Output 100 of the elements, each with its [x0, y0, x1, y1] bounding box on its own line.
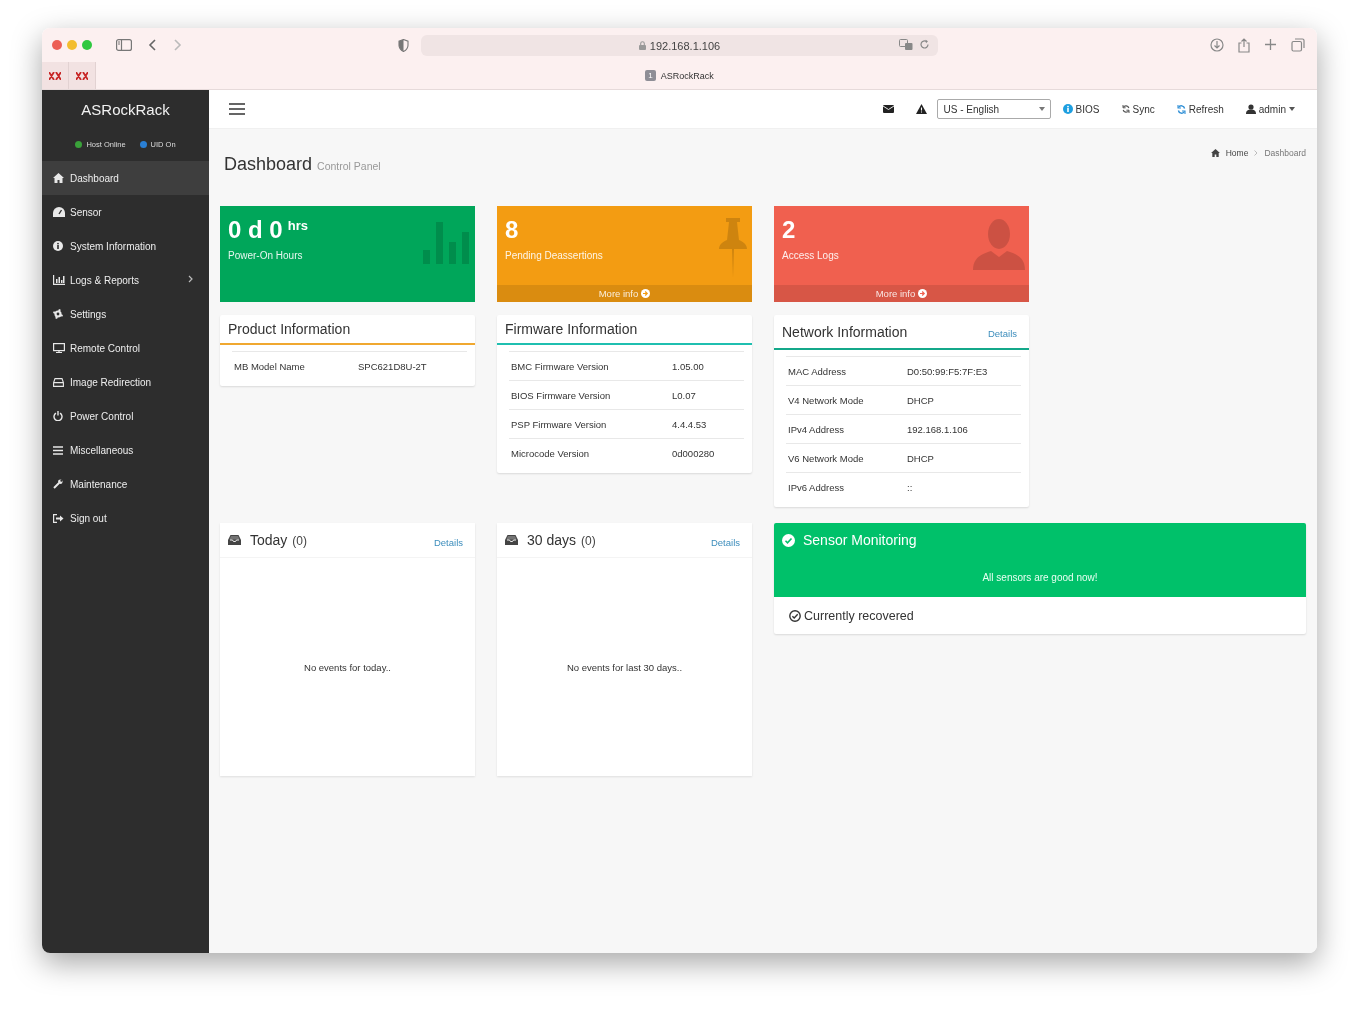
bar-chart-icon: [53, 275, 65, 285]
inbox-icon: [505, 535, 518, 545]
event-count: (0): [292, 534, 308, 548]
sidebar-item[interactable]: Power Control: [42, 399, 209, 433]
info-label: IPv4 Address: [788, 423, 845, 435]
empty-message: No events for today..: [304, 661, 391, 673]
panel-title: Firmware Information: [505, 321, 638, 337]
stat-label: Access Logs: [782, 250, 839, 261]
home-icon: [53, 173, 64, 183]
sidebar-item[interactable]: Sensor: [42, 195, 209, 229]
new-tab-icon[interactable]: [1264, 38, 1277, 51]
check-circle-icon: [782, 533, 795, 547]
details-link[interactable]: Details: [987, 328, 1017, 339]
caret-icon: [1289, 107, 1295, 111]
info-value: ::: [907, 481, 913, 493]
sidebar-item[interactable]: Image Redirection: [42, 365, 209, 399]
more-info-link[interactable]: More info: [774, 285, 1029, 302]
info-value: 4.4.4.53: [672, 418, 707, 430]
refresh-icon: [1176, 104, 1186, 114]
share-icon[interactable]: [1238, 38, 1250, 53]
info-value: 192.168.1.106: [907, 423, 968, 435]
panel-title: Network Information: [782, 323, 908, 340]
pinned-tab-icon[interactable]: [76, 71, 88, 80]
info-value: L0.07: [672, 389, 696, 401]
panel-title: Today: [250, 532, 288, 548]
menu-icon: [53, 445, 63, 455]
sidebar-item[interactable]: System Information: [42, 229, 209, 263]
details-link[interactable]: Details: [433, 536, 463, 548]
sync-icon: [1121, 105, 1130, 113]
breadcrumb-item: Dashboard: [1264, 148, 1306, 158]
language-select[interactable]: US - English: [936, 99, 1051, 119]
header-link[interactable]: Refresh: [1176, 103, 1224, 115]
sidebar-toggle-icon[interactable]: [116, 39, 132, 51]
info-label: MAC Address: [788, 365, 848, 377]
sidebar-item[interactable]: Sign out: [42, 501, 209, 535]
arrow-circle-icon: [918, 289, 928, 298]
info-value: D0:50:99:F5:7F:E3: [907, 365, 988, 377]
tab-title[interactable]: ASRockRack: [660, 70, 714, 81]
info-label: BMC Firmware Version: [511, 360, 610, 372]
menu-icon[interactable]: [229, 103, 245, 115]
sidebar-item[interactable]: Logs & Reports: [42, 263, 209, 297]
person-silhouette-icon: [973, 218, 1025, 270]
header-link[interactable]: BIOS: [1062, 103, 1100, 115]
forward-icon[interactable]: [174, 39, 182, 51]
sidebar-item[interactable]: Remote Control: [42, 331, 209, 365]
info-icon: [1062, 104, 1073, 114]
back-icon[interactable]: [148, 39, 156, 51]
wrench-icon: [53, 479, 63, 489]
panel-title: Product Information: [228, 321, 351, 337]
tab-overview-icon[interactable]: [1291, 38, 1305, 52]
url-text: 192.168.1.106: [649, 39, 721, 52]
translate-icon[interactable]: [899, 39, 913, 51]
page-title: Dashboard: [224, 154, 313, 174]
info-label: Microcode Version: [511, 447, 591, 459]
breadcrumb-item[interactable]: Home: [1225, 148, 1249, 158]
envelope-icon[interactable]: [882, 105, 894, 113]
info-label: BIOS Firmware Version: [511, 389, 612, 401]
sidebar-item[interactable]: Miscellaneous: [42, 433, 209, 467]
info-label: V4 Network Mode: [788, 394, 865, 406]
info-label: IPv6 Address: [788, 481, 845, 493]
stat-value: 0 d 0: [228, 216, 283, 244]
drive-icon: [53, 377, 64, 387]
stat-label: Pending Deassertions: [505, 250, 603, 261]
zoom-window-button[interactable]: [82, 40, 92, 50]
sidebar-item[interactable]: Maintenance: [42, 467, 209, 501]
shield-icon[interactable]: [398, 39, 409, 52]
page-subtitle: Control Panel: [317, 160, 381, 172]
check-circle-icon: [789, 609, 801, 622]
brand-logo[interactable]: ASRockRack: [42, 90, 209, 128]
stat-unit: hrs: [287, 218, 308, 233]
inbox-icon: [228, 535, 241, 545]
download-icon[interactable]: [1210, 38, 1224, 52]
lock-icon: [638, 41, 646, 50]
address-bar[interactable]: 192.168.1.106: [421, 35, 938, 56]
stat-value: 8: [505, 216, 519, 244]
info-label: MB Model Name: [234, 360, 306, 372]
panel-title: Sensor Monitoring: [803, 532, 917, 548]
arrow-circle-icon: [641, 289, 651, 298]
details-link[interactable]: Details: [710, 536, 740, 548]
gauge-icon: [53, 207, 65, 217]
close-window-button[interactable]: [52, 40, 62, 50]
info-label: PSP Firmware Version: [511, 418, 608, 430]
sidebar-item[interactable]: Dashboard: [42, 161, 209, 195]
reload-icon[interactable]: [919, 39, 930, 50]
pinned-tab-icon[interactable]: [49, 71, 61, 80]
sidebar-item[interactable]: Settings: [42, 297, 209, 331]
info-value: DHCP: [907, 452, 934, 464]
sign-out-icon: [53, 513, 64, 523]
caret-icon: [1038, 107, 1045, 111]
warning-icon[interactable]: [915, 104, 927, 114]
info-value: 0d000280: [672, 447, 715, 459]
home-icon: [1210, 149, 1220, 157]
tab-count-badge: 1: [645, 70, 656, 81]
chevron-icon: [1254, 150, 1259, 156]
header-link[interactable]: admin: [1245, 103, 1295, 115]
monitor-icon: [53, 343, 65, 353]
stat-value: 2: [782, 216, 796, 244]
info-icon: [53, 241, 63, 251]
header-link[interactable]: Sync: [1121, 103, 1155, 115]
info-label: V6 Network Mode: [788, 452, 865, 464]
